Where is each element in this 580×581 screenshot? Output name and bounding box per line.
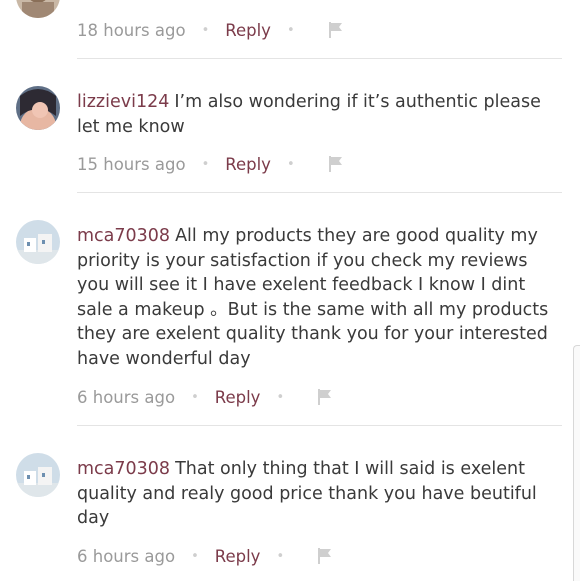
- comment-meta: 6 hours ago • Reply •: [77, 385, 334, 409]
- avatar[interactable]: [16, 453, 60, 497]
- comment-text-block: lizzievi124 I’m also wondering if it’s au…: [77, 90, 562, 139]
- reply-button[interactable]: Reply: [225, 155, 271, 174]
- separator-dot: •: [286, 22, 295, 38]
- flag-icon[interactable]: [327, 155, 345, 173]
- reply-button[interactable]: Reply: [225, 21, 271, 40]
- comment-meta: 6 hours ago • Reply •: [77, 544, 334, 568]
- divider: [77, 425, 562, 426]
- separator-dot: •: [276, 548, 285, 564]
- username-link[interactable]: mca70308: [77, 226, 170, 246]
- divider: [77, 58, 562, 59]
- separator-dot: •: [191, 389, 199, 405]
- scrollbar[interactable]: [573, 345, 580, 581]
- separator-dot: •: [201, 156, 210, 172]
- avatar[interactable]: [16, 86, 60, 130]
- avatar[interactable]: [16, 220, 60, 264]
- avatar[interactable]: [16, 0, 60, 18]
- timestamp: 15 hours ago: [77, 154, 186, 174]
- separator-dot: •: [276, 389, 285, 405]
- comment-text-block: mca70308 All my products they are good qu…: [77, 224, 562, 371]
- separator-dot: •: [201, 22, 210, 38]
- comment-meta: 15 hours ago • Reply •: [77, 152, 345, 176]
- username-link[interactable]: mca70308: [77, 459, 170, 479]
- divider: [77, 192, 562, 193]
- comment-meta: 18 hours ago • Reply •: [77, 18, 345, 42]
- reply-button[interactable]: Reply: [215, 547, 261, 566]
- separator-dot: •: [286, 156, 295, 172]
- flag-icon[interactable]: [316, 547, 334, 565]
- separator-dot: •: [191, 548, 199, 564]
- comment-body: All my products they are good quality my…: [77, 226, 549, 369]
- timestamp: 6 hours ago: [77, 546, 176, 566]
- comment-text-block: mca70308 That only thing that I will said…: [77, 457, 562, 531]
- timestamp: 6 hours ago: [77, 387, 176, 407]
- timestamp: 18 hours ago: [77, 20, 186, 40]
- flag-icon[interactable]: [327, 21, 345, 39]
- reply-button[interactable]: Reply: [215, 388, 261, 407]
- flag-icon[interactable]: [316, 388, 334, 406]
- username-link[interactable]: lizzievi124: [77, 92, 169, 112]
